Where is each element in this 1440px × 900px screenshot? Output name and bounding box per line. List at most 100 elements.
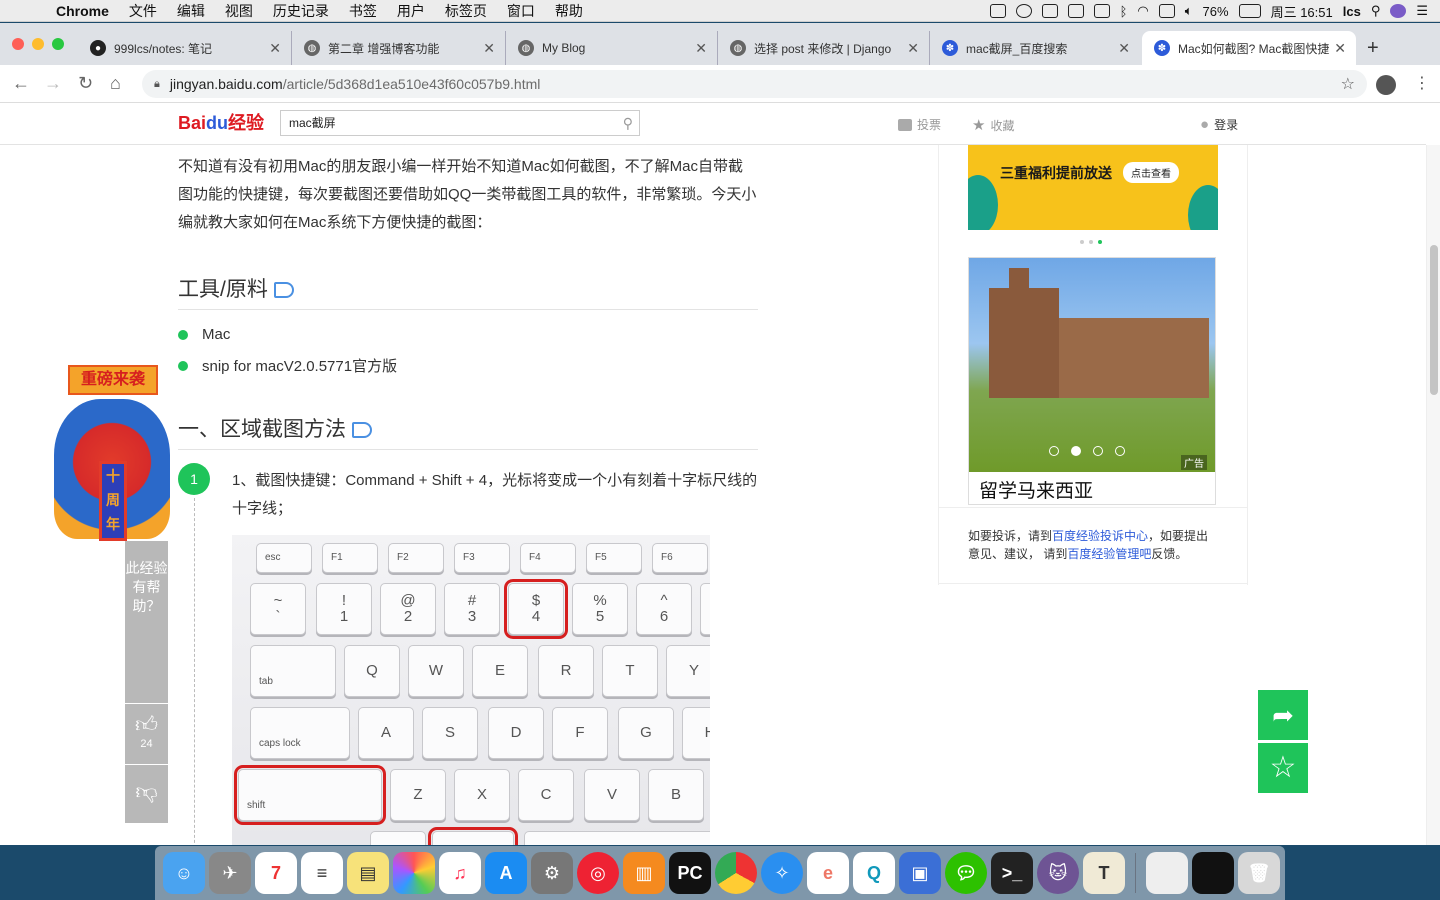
photos-icon[interactable]: [393, 852, 435, 894]
minimized-terminal-icon[interactable]: [1192, 852, 1234, 894]
home-icon[interactable]: ⌂: [110, 73, 121, 94]
remote-desktop-icon[interactable]: ▣: [899, 852, 941, 894]
reminders-icon[interactable]: ≡: [301, 852, 343, 894]
new-tab-button[interactable]: +: [1367, 37, 1379, 60]
notes-icon[interactable]: ▤: [347, 852, 389, 894]
github-desktop-icon[interactable]: 🐱︎: [1037, 852, 1079, 894]
profile-avatar-icon[interactable]: [1376, 75, 1396, 95]
carousel-dot[interactable]: [1049, 446, 1059, 456]
speaker-icon[interactable]: [273, 282, 294, 298]
battery-icon[interactable]: [1238, 4, 1261, 18]
carousel-dot[interactable]: [1089, 240, 1093, 244]
safari-icon[interactable]: ✧: [761, 852, 803, 894]
bookmark-star-icon[interactable]: ☆: [1341, 74, 1355, 94]
carousel-dot[interactable]: [1080, 240, 1084, 244]
forward-arrow-icon[interactable]: →: [44, 73, 62, 94]
volume-icon[interactable]: 🔈︎: [1185, 3, 1193, 19]
menu-file[interactable]: 文件: [129, 1, 157, 21]
menu-people[interactable]: 用户: [397, 1, 425, 21]
collect-link[interactable]: ★ 收藏: [972, 116, 1014, 134]
status-app-icon[interactable]: [1158, 4, 1175, 18]
carousel-dot-active[interactable]: [1071, 446, 1081, 456]
close-tab-icon[interactable]: ✕: [269, 40, 281, 57]
menu-view[interactable]: 视图: [225, 1, 253, 21]
ad-tag[interactable]: 广告: [1181, 455, 1207, 470]
tab-my-blog[interactable]: ◍ My Blog ✕: [506, 31, 718, 65]
share-button[interactable]: ➦: [1258, 690, 1308, 740]
status-app-icon[interactable]: [1067, 4, 1084, 18]
admin-forum-link[interactable]: 百度经验管理吧: [1067, 547, 1151, 561]
trash-icon[interactable]: 🗑︎: [1238, 852, 1280, 894]
carousel-dot[interactable]: [1093, 446, 1103, 456]
scrollbar-thumb[interactable]: [1430, 245, 1438, 395]
image-ad[interactable]: 广告 留学马来西亚: [968, 257, 1216, 505]
typora-icon[interactable]: T: [1083, 852, 1125, 894]
bluetooth-icon[interactable]: ᛒ: [1120, 4, 1128, 19]
browser-app-icon[interactable]: e: [807, 852, 849, 894]
books-icon[interactable]: ▥: [623, 852, 665, 894]
system-preferences-icon[interactable]: ⚙: [531, 852, 573, 894]
keyboard-photo[interactable]: esc F1 F2 F3 F4 F5 F6 ~ ` ! 1 @2 #3 $4 % 5 …: [232, 535, 710, 845]
search-icon[interactable]: ⚲: [623, 111, 633, 135]
page-scrollbar[interactable]: [1426, 145, 1440, 845]
menu-bookmarks[interactable]: 书签: [349, 1, 377, 21]
like-button[interactable]: 👍︎ 24: [125, 704, 168, 764]
lock-icon[interactable]: 🔒︎: [154, 78, 160, 91]
complaint-center-link[interactable]: 百度经验投诉中心: [1052, 529, 1148, 543]
menu-app-name[interactable]: Chrome: [56, 3, 109, 19]
tab-active-article[interactable]: ✽ Mac如何截图? Mac截图快捷 ✕: [1142, 31, 1356, 65]
siri-icon[interactable]: [1390, 4, 1407, 18]
banner-ad[interactable]: 三重福利提前放送 点击查看: [968, 145, 1218, 230]
music-icon[interactable]: ♫: [439, 852, 481, 894]
close-tab-icon[interactable]: ✕: [1118, 40, 1130, 57]
baidu-jingyan-logo[interactable]: Baidu经验: [178, 109, 264, 135]
back-arrow-icon[interactable]: ←: [12, 73, 30, 94]
launchpad-icon[interactable]: ✈: [209, 852, 251, 894]
app-store-icon[interactable]: A: [485, 852, 527, 894]
banner-ad-button[interactable]: 点击查看: [1123, 162, 1179, 183]
minimized-window-icon[interactable]: [1146, 852, 1188, 894]
zoom-window-button[interactable]: [52, 38, 64, 50]
pycharm-icon[interactable]: PC: [669, 852, 711, 894]
notification-center-icon[interactable]: ☰: [1416, 3, 1428, 19]
search-input[interactable]: mac截屏 ⚲: [280, 110, 640, 136]
menu-tabs[interactable]: 标签页: [445, 1, 487, 21]
close-tab-icon[interactable]: ✕: [483, 40, 495, 57]
search-app-icon[interactable]: Q: [853, 852, 895, 894]
netease-music-icon[interactable]: ◎: [577, 852, 619, 894]
close-tab-icon[interactable]: ✕: [1334, 40, 1346, 57]
status-app-icon[interactable]: [989, 4, 1006, 18]
carousel-dot-active[interactable]: [1098, 240, 1102, 244]
menu-window[interactable]: 窗口: [507, 1, 535, 21]
carousel-dot[interactable]: [1115, 446, 1125, 456]
chrome-icon[interactable]: [715, 852, 757, 894]
close-tab-icon[interactable]: ✕: [907, 40, 919, 57]
vote-link[interactable]: 投票: [898, 116, 941, 133]
reload-icon[interactable]: ↻: [78, 73, 93, 94]
menu-help[interactable]: 帮助: [555, 1, 583, 21]
tab-baidu-search[interactable]: ✽ mac截屏_百度搜索 ✕: [930, 31, 1140, 65]
battery-percent[interactable]: 76%: [1203, 4, 1229, 19]
dislike-button[interactable]: 👎︎: [125, 765, 168, 823]
airplay-icon[interactable]: [1093, 4, 1110, 18]
finder-icon[interactable]: ☺: [163, 852, 205, 894]
clock[interactable]: 周三 16:51: [1271, 2, 1333, 21]
terminal-icon[interactable]: >_: [991, 852, 1033, 894]
wifi-icon[interactable]: ◠: [1137, 3, 1148, 19]
spotlight-icon[interactable]: ⚲: [1371, 3, 1381, 19]
status-app-icon[interactable]: [1041, 4, 1058, 18]
address-bar[interactable]: 🔒︎ jingyan.baidu.com /article/5d368d1ea5…: [142, 70, 1367, 98]
favorite-button[interactable]: ☆: [1258, 743, 1308, 793]
tab-chapter2[interactable]: ◍ 第二章 增强博客功能 ✕: [292, 31, 506, 65]
login-link[interactable]: ● 登录: [1200, 116, 1238, 133]
status-app-icon[interactable]: [1015, 4, 1032, 18]
menu-history[interactable]: 历史记录: [273, 1, 329, 21]
minimize-window-button[interactable]: [32, 38, 44, 50]
chrome-menu-icon[interactable]: ⋮: [1414, 73, 1430, 93]
anniversary-mascot[interactable]: 重磅来袭 十周年: [54, 365, 170, 541]
close-window-button[interactable]: [12, 38, 24, 50]
tab-django-admin[interactable]: ◍ 选择 post 来修改 | Django ✕: [718, 31, 930, 65]
close-tab-icon[interactable]: ✕: [695, 40, 707, 57]
ad-caption[interactable]: 留学马来西亚: [979, 476, 1093, 503]
menu-edit[interactable]: 编辑: [177, 1, 205, 21]
